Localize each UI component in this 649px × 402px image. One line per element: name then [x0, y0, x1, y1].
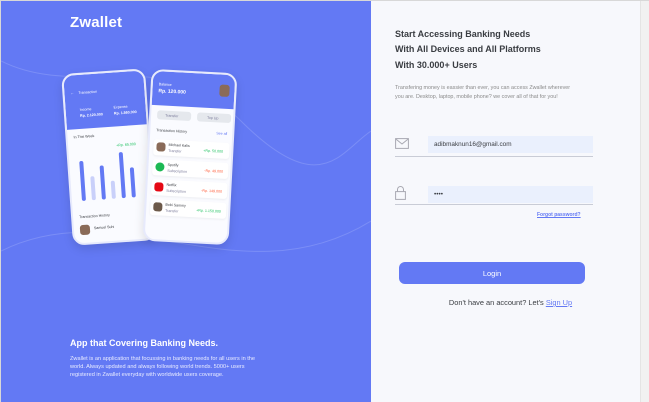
mock-bar: [118, 152, 126, 199]
mock-history-name: Samuel Suhi: [93, 224, 115, 231]
mock-header-title: Transaction: [78, 89, 98, 95]
back-arrow-icon: ←: [70, 91, 75, 96]
login-page: Zwallet ← Transaction Income Rp. 2.120.0…: [0, 0, 649, 402]
mock-bar: [129, 167, 136, 198]
hero-title: App that Covering Banking Needs.: [70, 338, 219, 348]
avatar: [79, 224, 91, 236]
mock-history-label: Transaction History: [78, 213, 111, 220]
email-field[interactable]: [428, 136, 593, 153]
mock-transfer-label: Transfer: [165, 113, 179, 119]
phone-mockup-dashboard: Balance Rp. 120.000 Transfer Top Up Tran…: [142, 68, 238, 246]
mock-list-item: Michael Kalis Transfer +Rp. 50.000: [153, 139, 230, 160]
login-button[interactable]: Login: [399, 262, 585, 284]
forgot-password-link[interactable]: Forgot password?: [537, 212, 581, 218]
mock-list-item: Netflix Subscription -Rp. 149.000: [150, 179, 228, 199]
hero-panel: Zwallet ← Transaction Income Rp. 2.120.0…: [1, 1, 371, 402]
mock-topup-label: Top Up: [206, 115, 219, 121]
mock-expense-value: Rp. 1.560.000: [113, 109, 137, 116]
mock-transfer-button: Transfer: [156, 110, 192, 121]
form-title: Start Accessing Banking Needs With All D…: [395, 29, 541, 70]
password-field[interactable]: [428, 186, 593, 203]
signup-prompt: Don't have an account? Let's Sign Up: [448, 298, 573, 307]
phone-mockup-transaction: ← Transaction Income Rp. 2.120.000 Expen…: [61, 68, 157, 246]
signup-link[interactable]: Sign Up: [546, 298, 572, 307]
mock-topup-button: Top Up: [196, 112, 232, 124]
mock-see-all: See all: [216, 131, 228, 136]
mock-bar: [110, 180, 116, 199]
mock-history-label: Transaction History: [156, 128, 188, 134]
brand-logo: Zwallet: [70, 14, 123, 31]
mock-list-item: Bobi Sammy Transfer +Rp. 1.150.000: [149, 199, 227, 219]
mock-bar: [90, 176, 96, 201]
mock-bar: [79, 160, 86, 201]
login-panel: Start Accessing Banking Needs With All D…: [371, 1, 649, 402]
mock-income-value: Rp. 2.120.000: [79, 112, 103, 118]
avatar: [219, 84, 230, 97]
password-underline: [395, 204, 593, 205]
scrollbar[interactable]: [640, 1, 649, 402]
email-underline: [395, 156, 593, 157]
mock-balance-label: Balance: [158, 82, 172, 87]
mock-week-label: In This Week: [73, 133, 95, 140]
hero-description: Zwallet is an application that focussing…: [70, 356, 256, 379]
mock-balance-value: Rp. 120.000: [158, 88, 187, 96]
mock-list-item: Spotify Subscription -Rp. 49.000: [152, 159, 229, 180]
lock-icon: [395, 186, 406, 200]
form-description: Transfering money is eassier than ever, …: [395, 85, 571, 100]
mock-expense-label: Expense: [113, 104, 128, 110]
mock-bar: [99, 165, 106, 200]
mail-icon: [395, 138, 409, 149]
mock-bar-chart: [77, 147, 146, 201]
mock-income-label: Income: [79, 107, 92, 112]
